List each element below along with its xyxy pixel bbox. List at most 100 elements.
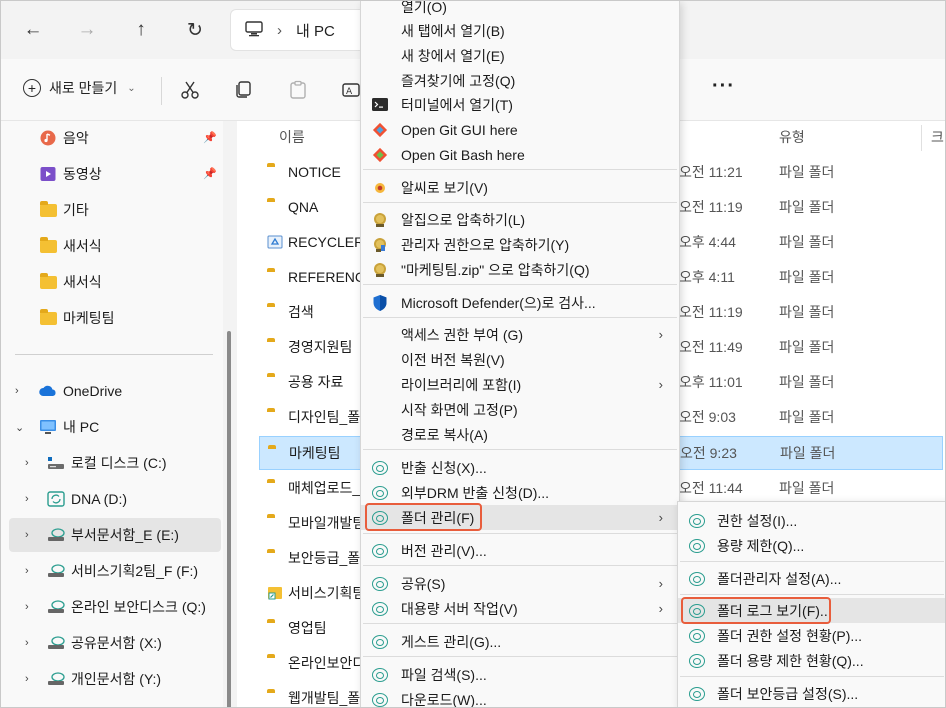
menu-item-pin-start[interactable]: 시작 화면에 고정(P) bbox=[361, 397, 679, 422]
menu-item-open-new-tab[interactable]: 새 탭에서 열기(B) bbox=[361, 18, 679, 43]
pc-icon bbox=[39, 419, 57, 435]
file-name: 보안등급_폴 bbox=[288, 550, 361, 566]
menu-separator bbox=[363, 533, 677, 534]
dlp-icon bbox=[689, 628, 705, 644]
sidebar-item-shared-x[interactable]: › 공유문서함 (X:) bbox=[25, 626, 221, 660]
submenu-item-quota-status[interactable]: 폴더 용량 제한 현황(Q)... bbox=[678, 648, 945, 673]
menu-item-file-search[interactable]: 파일 검색(S)... bbox=[361, 662, 679, 687]
menu-item-include-library[interactable]: 라이브러리에 포함(I) › bbox=[361, 372, 679, 397]
dlp-icon bbox=[372, 485, 388, 501]
defender-shield-icon bbox=[372, 294, 388, 311]
column-header-type[interactable]: 유형 bbox=[779, 127, 805, 147]
file-date: 오전 11:19 bbox=[679, 199, 743, 215]
menu-item-copy-path[interactable]: 경로로 복사(A) bbox=[361, 422, 679, 447]
file-name: 영업팀 bbox=[288, 620, 327, 636]
paste-icon[interactable] bbox=[285, 77, 311, 103]
chevron-down-icon[interactable]: ⌄ bbox=[15, 421, 24, 434]
chevron-right-icon[interactable]: › bbox=[25, 565, 29, 577]
dlp-icon bbox=[372, 634, 388, 650]
sidebar-item-new-format-2[interactable]: 새서식 bbox=[39, 265, 102, 299]
menu-item-version-management[interactable]: 버전 관리(V)... bbox=[361, 538, 679, 563]
forward-arrow-icon[interactable]: → bbox=[72, 15, 102, 45]
menu-item-open[interactable]: 열기(O) bbox=[361, 1, 679, 19]
file-name: 경영지원팀 bbox=[288, 339, 353, 355]
sidebar-item-videos[interactable]: 동영상 📌 bbox=[39, 157, 223, 191]
sidebar-item-dept-docs-e[interactable]: › 부서문서함_E (E:) bbox=[9, 518, 221, 552]
submenu-item-folder-admin-settings[interactable]: 폴더관리자 설정(A)... bbox=[678, 566, 945, 591]
column-divider[interactable] bbox=[921, 125, 922, 151]
chevron-right-icon[interactable]: › bbox=[25, 493, 29, 505]
chevron-right-icon[interactable]: › bbox=[25, 601, 29, 613]
dlp-icon bbox=[689, 513, 705, 529]
submenu-item-permission-settings[interactable]: 권한 설정(I)... bbox=[678, 508, 945, 533]
dlp-icon bbox=[372, 460, 388, 476]
chevron-right-icon[interactable]: › bbox=[25, 673, 29, 685]
sidebar-scrollbar-thumb[interactable] bbox=[227, 331, 231, 707]
file-name: 마케팅팀 bbox=[289, 445, 341, 461]
menu-item-grant-access[interactable]: 액세스 권한 부여 (G) › bbox=[361, 322, 679, 347]
sidebar-item-this-pc[interactable]: ⌄ 내 PC bbox=[15, 410, 215, 444]
folder-icon bbox=[39, 200, 57, 218]
context-menu: 열기(O) 새 탭에서 열기(B) 새 창에서 열기(E) 즐겨찾기에 고정(Q… bbox=[360, 1, 680, 707]
sidebar-item-onedrive[interactable]: › OneDrive bbox=[15, 374, 215, 408]
menu-item-restore-previous[interactable]: 이전 버전 복원(V) bbox=[361, 347, 679, 372]
menu-item-export-request[interactable]: 반출 신청(X)... bbox=[361, 455, 679, 480]
column-header-name[interactable]: 이름 bbox=[279, 127, 305, 147]
file-type: 파일 폴더 bbox=[779, 164, 835, 180]
network-drive-icon bbox=[47, 563, 65, 579]
menu-item-alzip-to-zip[interactable]: "마케팅팀.zip" 으로 압축하기(Q) bbox=[361, 257, 679, 282]
submenu-item-security-level[interactable]: 폴더 보안등급 설정(S)... bbox=[678, 681, 945, 706]
new-item-button[interactable]: + 새로 만들기 ⌄ bbox=[23, 78, 136, 98]
toolbar-divider bbox=[161, 77, 162, 105]
pin-icon[interactable]: 📌 bbox=[203, 131, 217, 145]
sidebar-item-new-format-1[interactable]: 새서식 bbox=[39, 229, 102, 263]
refresh-icon[interactable]: ↻ bbox=[180, 15, 210, 45]
menu-item-download[interactable]: 다운로드(W)... bbox=[361, 687, 679, 707]
submenu-item-permission-status[interactable]: 폴더 권한 설정 현황(P)... bbox=[678, 623, 945, 648]
chevron-right-icon[interactable]: › bbox=[25, 637, 29, 649]
file-name: 디자인팀_폴 bbox=[288, 409, 361, 425]
menu-item-alzip-admin[interactable]: 관리자 권한으로 압축하기(Y) bbox=[361, 232, 679, 257]
svg-text:A: A bbox=[346, 87, 353, 97]
sidebar-item-local-disk-c[interactable]: › 로컬 디스크 (C:) bbox=[25, 446, 221, 480]
sidebar-item-marketing[interactable]: 마케팅팀 bbox=[39, 301, 115, 335]
chevron-right-icon: › bbox=[658, 601, 663, 616]
breadcrumb-this-pc[interactable]: 내 PC bbox=[296, 20, 335, 41]
menu-item-pin-favorites[interactable]: 즐겨찾기에 고정(Q) bbox=[361, 68, 679, 93]
back-arrow-icon[interactable]: ← bbox=[18, 15, 48, 45]
menu-item-external-drm-export[interactable]: 외부DRM 반출 신청(D)... bbox=[361, 480, 679, 505]
sidebar-item-service-plan-f[interactable]: › 서비스기획2팀_F (F:) bbox=[25, 554, 221, 588]
pc-monitor-icon bbox=[245, 20, 263, 40]
menu-item-alzip-compress[interactable]: 알집으로 압축하기(L) bbox=[361, 207, 679, 232]
sidebar-item-music[interactable]: 음악 📌 bbox=[39, 121, 223, 155]
menu-item-defender-scan[interactable]: Microsoft Defender(으)로 검사... bbox=[361, 290, 679, 315]
column-header-size[interactable]: 크 bbox=[931, 127, 944, 147]
chevron-right-icon[interactable]: › bbox=[25, 529, 29, 541]
chevron-right-icon[interactable]: › bbox=[15, 385, 19, 397]
chevron-right-icon[interactable]: › bbox=[25, 457, 29, 469]
up-arrow-icon[interactable]: ↑ bbox=[126, 15, 156, 45]
menu-item-guest-management[interactable]: 게스트 관리(G)... bbox=[361, 629, 679, 654]
menu-item-alsee-view[interactable]: 알씨로 보기(V) bbox=[361, 175, 679, 200]
file-explorer-window: ← → ↑ ↻ › 내 PC + 새로 만들기 ⌄ A ··· 음악 📌 동영상… bbox=[0, 0, 946, 708]
sidebar-item-online-secure-q[interactable]: › 온라인 보안디스크 (Q:) bbox=[25, 590, 221, 624]
menu-item-open-new-window[interactable]: 새 창에서 열기(E) bbox=[361, 43, 679, 68]
sidebar-item-label: DNA (D:) bbox=[71, 491, 127, 507]
menu-item-git-bash[interactable]: Open Git Bash here bbox=[361, 142, 679, 167]
menu-item-large-server-job[interactable]: 대용량 서버 작업(V) › bbox=[361, 596, 679, 621]
menu-separator bbox=[680, 561, 944, 562]
sidebar-item-personal-y[interactable]: › 개인문서함 (Y:) bbox=[25, 662, 221, 696]
sidebar-item-dna-d[interactable]: › DNA (D:) bbox=[25, 482, 221, 516]
pin-icon[interactable]: 📌 bbox=[203, 167, 217, 181]
menu-item-git-gui[interactable]: Open Git GUI here bbox=[361, 117, 679, 142]
copy-icon[interactable] bbox=[230, 77, 256, 103]
more-options-icon[interactable]: ··· bbox=[712, 75, 735, 98]
menu-item-open-terminal[interactable]: 터미널에서 열기(T) bbox=[361, 92, 679, 117]
file-type: 파일 폴더 bbox=[779, 374, 835, 390]
menu-item-share[interactable]: 공유(S) › bbox=[361, 571, 679, 596]
submenu-item-quota-limit[interactable]: 용량 제한(Q)... bbox=[678, 533, 945, 558]
sidebar-item-etc[interactable]: 기타 bbox=[39, 193, 89, 227]
recycle-folder-icon bbox=[267, 234, 283, 253]
cut-scissors-icon[interactable] bbox=[177, 77, 203, 103]
menu-separator bbox=[680, 676, 944, 677]
